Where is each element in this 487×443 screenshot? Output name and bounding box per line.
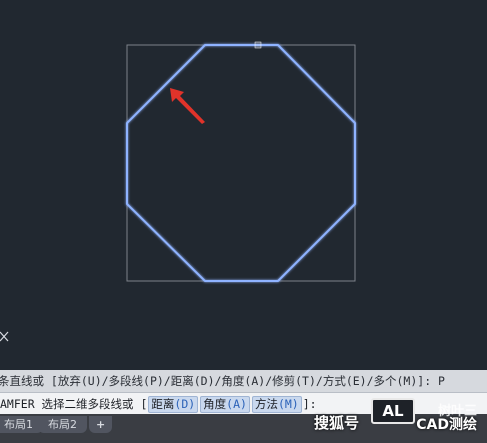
option-label: 距离 <box>151 397 175 411</box>
red-arrow-annotation <box>170 88 205 124</box>
watermark-caption: CAD测绘 <box>416 417 477 433</box>
option-label: 角度 <box>203 397 227 411</box>
option-angle[interactable]: 角度(A) <box>200 396 250 413</box>
watermark-brand: 搜狐号 <box>313 414 359 432</box>
command-prompt-prefix: AMFER 选择二维多段线或 [ <box>0 397 148 411</box>
tab-layout-2[interactable]: 布局2 <box>38 416 87 433</box>
tab-layout-1[interactable]: 布局1 <box>0 416 43 433</box>
close-icon[interactable] <box>0 331 9 342</box>
drawing-canvas[interactable] <box>0 0 487 360</box>
add-tab-button[interactable]: + <box>89 416 113 433</box>
option-key: (A) <box>226 397 247 411</box>
grip-square-icon[interactable] <box>254 41 262 49</box>
option-distance[interactable]: 距离(D) <box>148 396 199 413</box>
option-key: (D) <box>174 397 196 411</box>
watermark-logo: AL <box>371 398 415 424</box>
octagon-polyline[interactable] <box>126 44 356 282</box>
command-history-text: 条直线或 [放弃(U)/多段线(P)/距离(D)/角度(A)/修剪(T)/方式(… <box>0 374 445 388</box>
option-label: 方法 <box>254 397 278 411</box>
selection-bounding-box <box>126 44 356 282</box>
watermark: 搜狐号 AL 树叶三 CAD测绘 <box>277 398 477 438</box>
command-history-line: 条直线或 [放弃(U)/多段线(P)/距离(D)/角度(A)/修剪(T)/方式(… <box>0 370 487 392</box>
